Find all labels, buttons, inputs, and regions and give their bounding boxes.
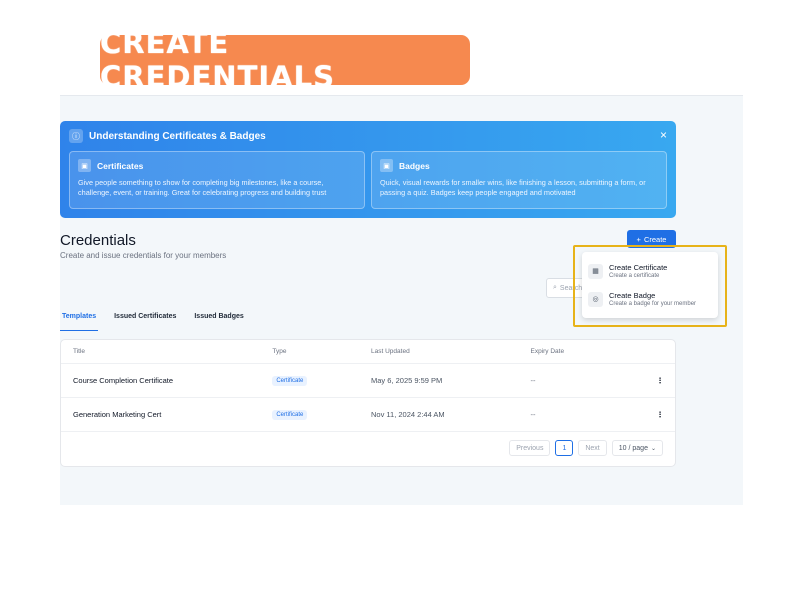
dd-item-title: Create Certificate — [609, 263, 668, 272]
dd-item-title: Create Badge — [609, 291, 656, 300]
col-expiry: Expiry Date — [530, 348, 565, 355]
tab-issued-badges[interactable]: Issued Badges — [192, 311, 245, 331]
credentials-table: Title Type Last Updated Expiry Date Cour… — [60, 339, 676, 467]
create-label: Create — [643, 234, 667, 244]
info-title: Understanding Certificates & Badges — [89, 130, 266, 142]
info-card: ⓘ Understanding Certificates & Badges × … — [60, 121, 676, 218]
more-icon[interactable]: ⋮ — [645, 410, 675, 419]
page-subtitle: Create and issue credentials for your me… — [60, 251, 227, 260]
cell-title: Generation Marketing Cert — [73, 410, 162, 419]
table-row[interactable]: Generation Marketing Cert Certificate No… — [61, 398, 675, 432]
certificates-info: ▣ Certificates Give people something to … — [69, 151, 365, 209]
create-certificate-item[interactable]: ▦ Create Certificate Create a certificat… — [588, 257, 712, 285]
cell-expiry: -- — [530, 376, 536, 385]
page-title: Credentials — [60, 232, 136, 249]
dd-item-sub: Create a certificate — [609, 273, 660, 279]
col-last-updated: Last Updated — [371, 348, 410, 355]
search-icon: ⌕ — [553, 284, 557, 291]
cell-updated: Nov 11, 2024 2:44 AM — [371, 410, 445, 419]
next-button[interactable]: Next — [578, 440, 607, 456]
page-size-label: 10 / page — [618, 444, 648, 452]
close-icon[interactable]: × — [660, 128, 667, 142]
type-badge: Certificate — [272, 410, 308, 420]
badges-title: Badges — [399, 160, 430, 171]
page-size-select[interactable]: 10 / page ⌄ — [611, 440, 663, 456]
plus-icon: + — [636, 234, 641, 244]
create-badge-item[interactable]: ◎ Create Badge Create a badge for your m… — [588, 285, 712, 313]
badge-icon: ◎ — [588, 291, 603, 307]
chevron-down-icon: ⌄ — [650, 445, 656, 452]
info-icon: ⓘ — [69, 129, 83, 143]
badges-desc: Quick, visual rewards for smaller wins, … — [380, 178, 646, 198]
certificates-desc: Give people something to show for comple… — [78, 178, 327, 198]
cell-title: Course Completion Certificate — [73, 376, 174, 385]
certificate-icon: ▦ — [588, 263, 603, 279]
col-title: Title — [73, 348, 86, 355]
more-icon[interactable]: ⋮ — [645, 376, 675, 385]
badge-icon: ▣ — [380, 159, 393, 172]
table-row[interactable]: Course Completion Certificate Certificat… — [61, 364, 675, 398]
dd-item-sub: Create a badge for your member — [609, 301, 697, 307]
tab-templates[interactable]: Templates — [60, 311, 99, 331]
previous-button[interactable]: Previous — [509, 440, 551, 456]
cell-updated: May 6, 2025 9:59 PM — [371, 376, 443, 385]
type-badge: Certificate — [272, 376, 308, 386]
badges-info: ▣ Badges Quick, visual rewards for small… — [371, 151, 667, 209]
tabs: Templates Issued Certificates Issued Bad… — [60, 311, 676, 331]
certificate-icon: ▣ — [78, 159, 91, 172]
app-window: ⓘ Understanding Certificates & Badges × … — [60, 95, 743, 505]
banner-title: CREATE CREDENTIALS — [100, 26, 470, 94]
pagination: Previous 1 Next 10 / page ⌄ — [509, 440, 663, 456]
cell-expiry: -- — [530, 410, 536, 419]
tab-issued-certificates[interactable]: Issued Certificates — [112, 311, 178, 331]
create-dropdown: ▦ Create Certificate Create a certificat… — [582, 252, 718, 318]
certificates-title: Certificates — [97, 160, 144, 171]
page-1-button[interactable]: 1 — [555, 440, 574, 456]
info-header: ⓘ Understanding Certificates & Badges — [69, 129, 266, 143]
col-type: Type — [272, 348, 287, 355]
table-header: Title Type Last Updated Expiry Date — [61, 340, 675, 364]
